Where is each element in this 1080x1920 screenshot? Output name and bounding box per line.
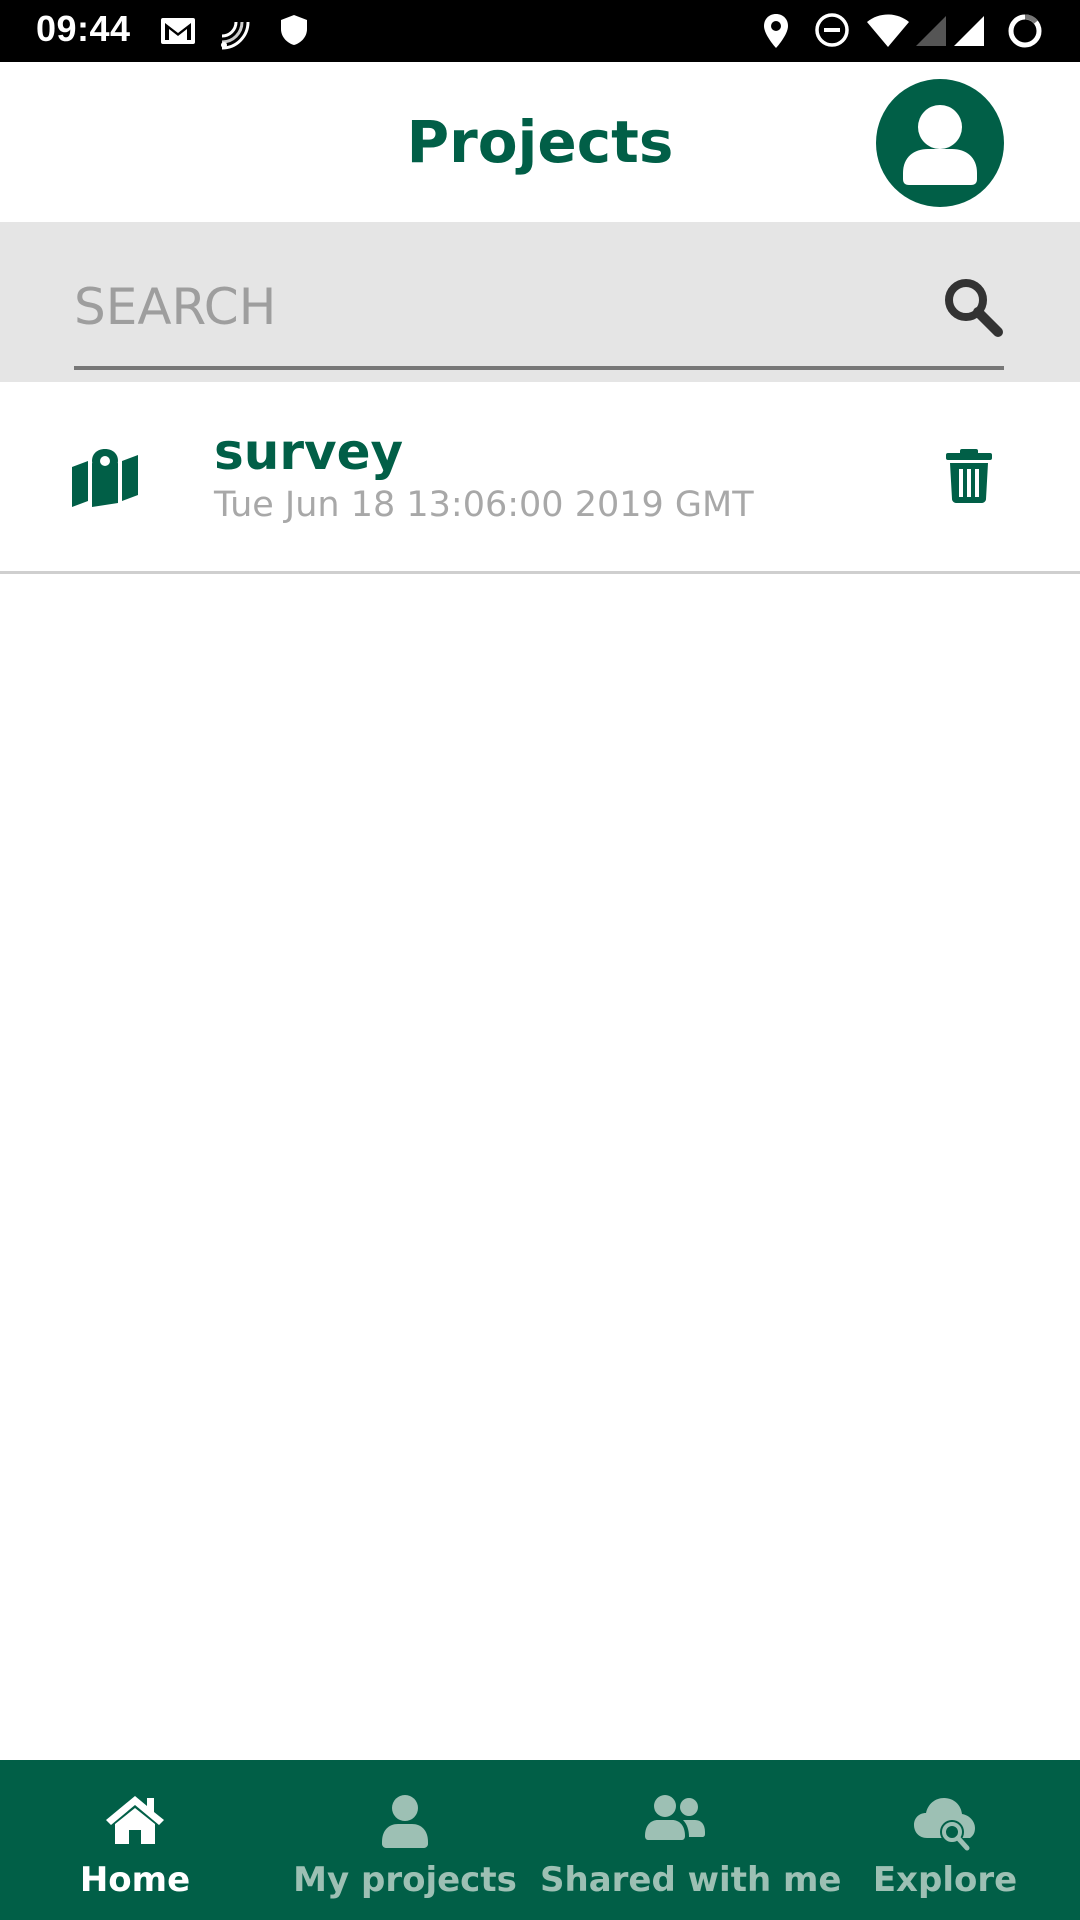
cloud-search-icon [914, 1798, 975, 1851]
do-not-disturb-icon [815, 13, 849, 47]
location-icon [764, 14, 788, 48]
wifi-icon [867, 14, 909, 47]
project-name: survey [214, 423, 404, 481]
nav-shared-with-me[interactable]: Shared with me [540, 1760, 842, 1920]
nav-label-my-projects: My projects [293, 1860, 517, 1900]
status-time: 09:44 [36, 8, 131, 49]
nav-label-home: Home [79, 1860, 191, 1900]
app-header: Projects [0, 62, 1080, 222]
user-icon [382, 1795, 428, 1848]
nav-my-projects[interactable]: My projects [270, 1760, 540, 1920]
bottom-navigation: Home My projects Shared with me Explore [0, 1760, 1080, 1920]
shield-icon [281, 15, 307, 45]
profile-avatar-button[interactable] [876, 79, 1004, 207]
user-icon [903, 105, 977, 185]
home-icon [106, 1796, 164, 1844]
project-list-item[interactable]: survey Tue Jun 18 13:06:00 2019 GMT [0, 383, 1080, 574]
users-icon [645, 1795, 705, 1840]
trash-icon[interactable] [946, 449, 992, 503]
cast-icon [221, 21, 250, 50]
search-input[interactable] [74, 272, 874, 342]
signal-full-icon [954, 16, 984, 46]
nav-label-explore: Explore [872, 1860, 1018, 1900]
search-icon[interactable] [940, 274, 1006, 340]
nav-label-shared-with-me: Shared with me [540, 1860, 842, 1900]
map-marker-icon [72, 449, 138, 507]
battery-ring-icon [1008, 14, 1042, 48]
project-date: Tue Jun 18 13:06:00 2019 GMT [214, 485, 754, 525]
signal-icon [916, 16, 946, 46]
nav-explore[interactable]: Explore [810, 1760, 1080, 1920]
search-bar [0, 222, 1080, 382]
nav-home[interactable]: Home [0, 1760, 270, 1920]
search-field [74, 222, 1004, 370]
status-bar: 09:44 [0, 0, 1080, 62]
gmail-icon [161, 18, 195, 44]
